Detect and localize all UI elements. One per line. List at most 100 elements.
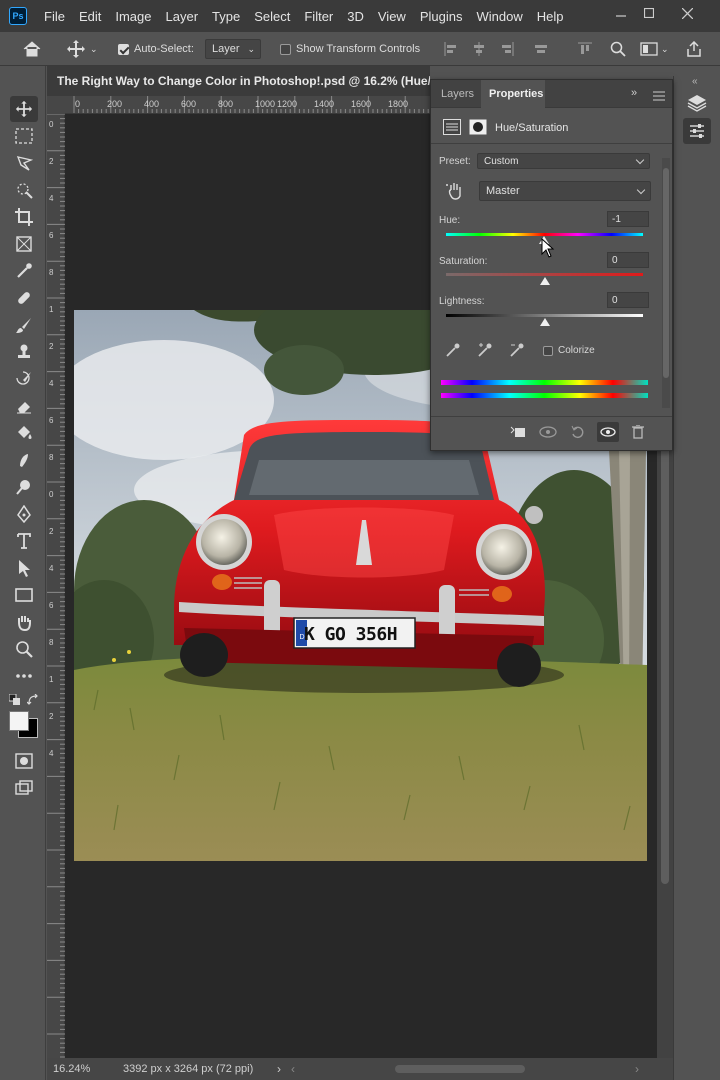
show-transform-checkbox[interactable] — [280, 43, 291, 55]
preset-dropdown[interactable]: Custom — [477, 153, 650, 169]
zoom-level[interactable]: 16.24% — [53, 1063, 113, 1075]
swap-colors-icon[interactable] — [26, 693, 39, 711]
more-tools-icon[interactable] — [10, 663, 38, 689]
screen-mode-icon[interactable] — [10, 775, 38, 801]
zoom-tool-icon[interactable] — [10, 636, 38, 662]
lightness-slider-thumb[interactable] — [540, 318, 550, 326]
eyedropper-subtract-icon[interactable] — [509, 342, 525, 363]
align-top-icon[interactable] — [578, 38, 592, 60]
clip-to-layer-icon[interactable] — [507, 422, 529, 442]
colorize-checkbox[interactable] — [543, 345, 553, 356]
align-right-icon[interactable] — [500, 38, 514, 60]
panel-scrollbar[interactable] — [662, 158, 670, 408]
chevron-down-icon[interactable]: ⌄ — [90, 44, 98, 55]
pen-tool-icon[interactable] — [10, 501, 38, 527]
frame-tool-icon[interactable] — [10, 231, 38, 257]
scroll-left-icon[interactable]: ‹ — [291, 1062, 295, 1076]
layers-panel-icon[interactable] — [683, 90, 711, 116]
menu-plugins[interactable]: Plugins — [413, 9, 470, 24]
share-icon[interactable] — [686, 38, 702, 60]
panel-collapse-icon[interactable]: » — [631, 87, 637, 99]
show-transform-toggle[interactable]: Show Transform Controls — [280, 38, 420, 60]
eyedropper-icon[interactable] — [445, 342, 461, 363]
menu-image[interactable]: Image — [108, 9, 158, 24]
tab-properties[interactable]: Properties — [481, 80, 545, 108]
properties-panel-icon[interactable] — [683, 118, 711, 144]
marquee-tool-icon[interactable] — [10, 123, 38, 149]
eyedropper-tool-icon[interactable] — [10, 258, 38, 284]
paint-bucket-tool-icon[interactable] — [10, 420, 38, 446]
eraser-tool-icon[interactable] — [10, 393, 38, 419]
scroll-right-icon[interactable]: › — [635, 1062, 639, 1076]
move-tool-icon[interactable]: ⌄ — [66, 38, 98, 60]
clone-stamp-tool-icon[interactable] — [10, 339, 38, 365]
menu-select[interactable]: Select — [247, 9, 297, 24]
saturation-slider-track[interactable] — [446, 273, 643, 276]
auto-select-checkbox[interactable] — [118, 43, 129, 55]
document-tab[interactable]: The Right Way to Change Color in Photosh… — [47, 66, 430, 96]
lasso-tool-icon[interactable] — [10, 150, 38, 176]
photoshop-logo-icon[interactable]: Ps — [9, 7, 27, 25]
menu-type[interactable]: Type — [205, 9, 247, 24]
horizontal-scrollbar-thumb[interactable] — [395, 1065, 525, 1073]
auto-select-target-dropdown[interactable]: Layer ⌄ — [205, 38, 261, 60]
menu-file[interactable]: File — [37, 9, 72, 24]
status-menu-chevron-icon[interactable]: › — [277, 1062, 281, 1076]
visibility-eye-icon[interactable] — [597, 422, 619, 442]
menu-3d[interactable]: 3D — [340, 9, 371, 24]
type-tool-icon[interactable] — [10, 528, 38, 554]
history-brush-tool-icon[interactable] — [10, 366, 38, 392]
quick-selection-tool-icon[interactable] — [10, 177, 38, 203]
smudge-tool-icon[interactable] — [10, 447, 38, 473]
saturation-input[interactable]: 0 — [607, 252, 649, 268]
auto-select-toggle[interactable]: Auto-Select: — [118, 38, 194, 60]
reset-icon[interactable] — [567, 422, 589, 442]
path-selection-tool-icon[interactable] — [10, 555, 38, 581]
workspace-icon[interactable]: ⌄ — [640, 38, 669, 60]
targeted-adjustment-icon[interactable] — [445, 181, 463, 206]
ruler-label: 1000 — [255, 99, 276, 109]
tab-layers[interactable]: Layers — [433, 80, 482, 108]
colorize-toggle[interactable]: Colorize — [543, 345, 595, 356]
home-icon[interactable] — [22, 38, 42, 60]
layer-mask-icon[interactable] — [469, 119, 487, 140]
align-center-icon[interactable] — [472, 38, 486, 60]
menu-window[interactable]: Window — [469, 9, 529, 24]
default-colors-icon[interactable] — [8, 693, 21, 711]
panel-scrollbar-thumb[interactable] — [663, 168, 669, 378]
restore-icon[interactable] — [632, 0, 666, 26]
dodge-tool-icon[interactable] — [10, 474, 38, 500]
foreground-color-swatch[interactable] — [9, 711, 29, 731]
eyedropper-add-icon[interactable] — [477, 342, 493, 363]
panel-menu-icon[interactable] — [653, 88, 665, 106]
menu-view[interactable]: View — [371, 9, 413, 24]
hue-input[interactable]: -1 — [607, 211, 649, 227]
menu-filter[interactable]: Filter — [297, 9, 340, 24]
align-left-icon[interactable] — [444, 38, 458, 60]
ruler-label: 1400 — [314, 99, 335, 109]
menu-help[interactable]: Help — [530, 9, 571, 24]
vertical-scrollbar-thumb[interactable] — [661, 414, 669, 884]
crop-tool-icon[interactable] — [10, 204, 38, 230]
lightness-slider-track[interactable] — [446, 314, 643, 317]
delete-trash-icon[interactable] — [627, 422, 649, 442]
saturation-slider-thumb[interactable] — [540, 277, 550, 285]
brush-tool-icon[interactable] — [10, 312, 38, 338]
hand-tool-icon[interactable] — [10, 609, 38, 635]
distribute-icon[interactable] — [534, 38, 548, 60]
menu-layer[interactable]: Layer — [159, 9, 206, 24]
lightness-input[interactable]: 0 — [607, 292, 649, 308]
close-icon[interactable] — [670, 0, 704, 26]
search-icon[interactable] — [610, 38, 626, 60]
dock-collapse-icon[interactable]: « — [692, 76, 698, 87]
menu-edit[interactable]: Edit — [72, 9, 108, 24]
healing-brush-tool-icon[interactable] — [10, 285, 38, 311]
move-tool-icon[interactable] — [10, 96, 38, 122]
ruler-label: 4 — [49, 564, 54, 573]
chevron-down-icon[interactable]: ⌄ — [661, 44, 669, 55]
quick-mask-icon[interactable] — [10, 748, 38, 774]
channel-dropdown[interactable]: Master — [479, 181, 651, 201]
adjustment-icon[interactable] — [443, 119, 461, 140]
rectangle-tool-icon[interactable] — [10, 582, 38, 608]
view-previous-state-icon[interactable] — [537, 422, 559, 442]
